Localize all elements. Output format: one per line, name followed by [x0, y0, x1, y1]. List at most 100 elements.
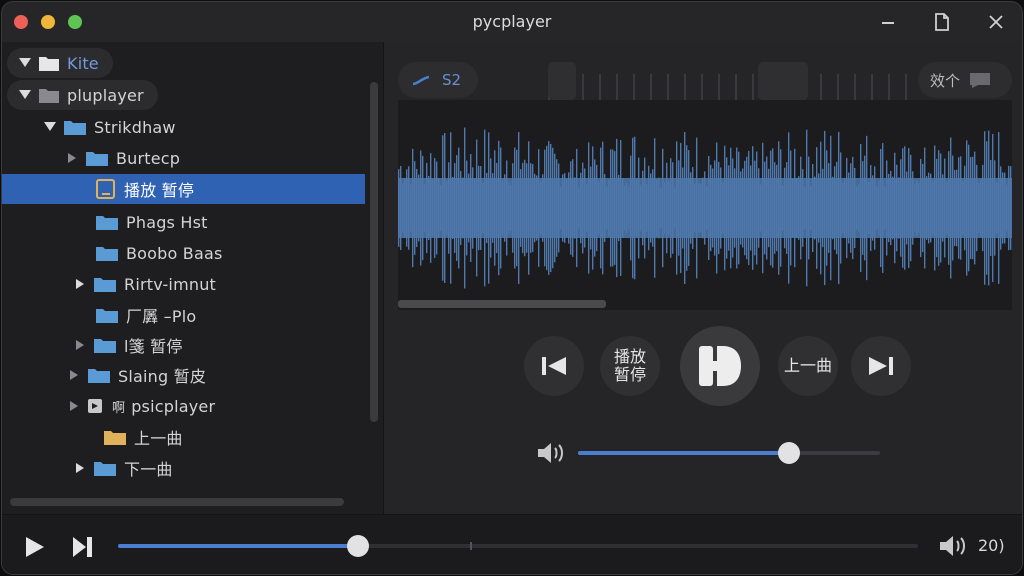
effects-control[interactable]: 效个 [918, 62, 1012, 98]
ruler-tick [854, 74, 856, 100]
tree-item-slaing[interactable]: Slaing 暂皮 [66, 360, 206, 390]
tree-item-kite[interactable]: Kite [7, 48, 113, 78]
folder-icon [94, 337, 116, 353]
zoom-label: S2 [442, 71, 462, 89]
ruler-tick [650, 74, 652, 100]
sidebar-vertical-scrollbar[interactable] [370, 82, 378, 422]
ruler-tick [667, 74, 669, 100]
tree-item-prev-song[interactable]: 上一曲 [104, 422, 183, 452]
zoom-control[interactable]: S2 [398, 62, 478, 98]
speaker-icon[interactable] [536, 440, 566, 466]
tree-item-pluplayer[interactable]: pluplayer [7, 80, 158, 110]
file-icon [96, 179, 116, 199]
folder-icon [104, 429, 126, 445]
ruler-tick [701, 74, 703, 100]
ruler-tick [616, 74, 618, 100]
waveform-scrollbar[interactable] [398, 300, 606, 308]
window-title: pycplayer [472, 12, 552, 31]
folder-icon [64, 119, 86, 135]
folder-icon [39, 87, 59, 103]
tree-item-next-song[interactable]: 下一曲 [72, 453, 173, 483]
player-folder-icon [88, 398, 104, 414]
ruler-tick [684, 74, 686, 100]
ruler-tick [633, 74, 635, 100]
volume-icon[interactable] [938, 533, 968, 559]
chevron-right-icon[interactable] [64, 153, 80, 163]
ruler-tick [582, 74, 584, 100]
ruler-tick [820, 74, 822, 100]
ruler-marker[interactable] [548, 62, 576, 100]
tree-item-psicplayer[interactable]: 啊 psicplayer [66, 391, 215, 421]
ruler-tick [752, 74, 754, 100]
chevron-right-icon[interactable] [72, 463, 88, 473]
chevron-down-icon[interactable] [42, 122, 58, 132]
chat-bubble-icon [970, 73, 991, 88]
ruler-tick [599, 74, 601, 100]
volume-fill [578, 451, 790, 455]
folder-icon [94, 460, 116, 476]
chevron-down-icon[interactable] [17, 90, 33, 100]
play-pause-icon [699, 346, 741, 386]
chevron-right-icon[interactable] [66, 401, 82, 411]
previous-track-button[interactable] [524, 336, 584, 396]
tree-item-phags-hst[interactable]: Phags Hst [96, 207, 208, 237]
ruler-marker[interactable] [758, 62, 808, 100]
chevron-down-icon[interactable] [17, 58, 33, 68]
waveform-header: S2 效个 [398, 60, 1012, 102]
volume-thumb[interactable] [778, 442, 801, 464]
close-icon[interactable] [984, 10, 1008, 34]
folder-icon [96, 245, 118, 261]
chevron-right-icon[interactable] [72, 340, 88, 350]
folder-icon [88, 367, 110, 383]
effects-label: 效个 [930, 71, 961, 90]
tree-item-rirtv-imnut[interactable]: Rirtv-imnut [72, 269, 216, 299]
timeline-ruler[interactable] [488, 60, 908, 102]
tree-item-boobo-baas[interactable]: Boobo Baas [96, 238, 223, 268]
app-window: pycplayer Kite pluplayer Strikdhaw Burte… [1, 1, 1023, 575]
folder-icon [86, 150, 108, 166]
folder-icon [96, 214, 118, 230]
title-bar: pycplayer [2, 2, 1022, 42]
tree-item-selected-file[interactable]: 播放 暂停 [2, 174, 365, 204]
tree-item-burtecp[interactable]: Burtecp [64, 143, 180, 173]
document-icon[interactable] [930, 10, 954, 34]
play-pause-button[interactable] [680, 326, 760, 406]
progress-marker [470, 542, 472, 550]
play-icon[interactable] [24, 535, 46, 559]
play-pause-text: 播放 暂停 [613, 347, 646, 384]
ruler-tick [718, 74, 720, 100]
progress-fill [118, 544, 358, 548]
ruler-tick [905, 74, 907, 100]
folder-icon [94, 276, 116, 292]
previous-song-button[interactable]: 上一曲 [778, 336, 838, 396]
time-display: 20) [978, 536, 1005, 555]
ruler-tick [871, 74, 873, 100]
next-track-button[interactable] [851, 336, 911, 396]
folder-icon [96, 307, 118, 323]
volume-control [536, 438, 882, 468]
minimize-icon[interactable] [876, 10, 900, 34]
tree-item-plo[interactable]: 厂羼 –Plo [96, 300, 196, 330]
file-tree-sidebar: Kite pluplayer Strikdhaw Burtecp 播放 暂停 P… [2, 42, 384, 514]
tree-item-strikdhaw[interactable]: Strikdhaw [42, 112, 176, 142]
ruler-tick [837, 74, 839, 100]
wave-shape-icon [412, 75, 430, 85]
volume-slider[interactable] [578, 442, 880, 464]
waveform-display[interactable] [398, 100, 1012, 310]
waveform-body [398, 178, 1012, 238]
playback-bar: 20) [2, 514, 1022, 574]
ruler-tick [735, 74, 737, 100]
ruler-tick [888, 74, 890, 100]
skip-next-icon[interactable] [72, 535, 94, 559]
previous-song-label: 上一曲 [783, 356, 832, 375]
progress-thumb[interactable] [347, 535, 369, 557]
progress-slider[interactable] [118, 535, 918, 557]
next-track-icon [869, 357, 893, 375]
previous-track-icon [542, 357, 566, 375]
chevron-right-icon[interactable] [72, 279, 88, 289]
play-pause-text-button[interactable]: 播放 暂停 [600, 336, 660, 396]
sidebar-horizontal-scrollbar[interactable] [10, 498, 344, 506]
chevron-right-icon[interactable] [66, 370, 82, 380]
tree-item-pause[interactable]: l箋 暂停 [72, 330, 183, 360]
folder-icon [39, 55, 59, 71]
